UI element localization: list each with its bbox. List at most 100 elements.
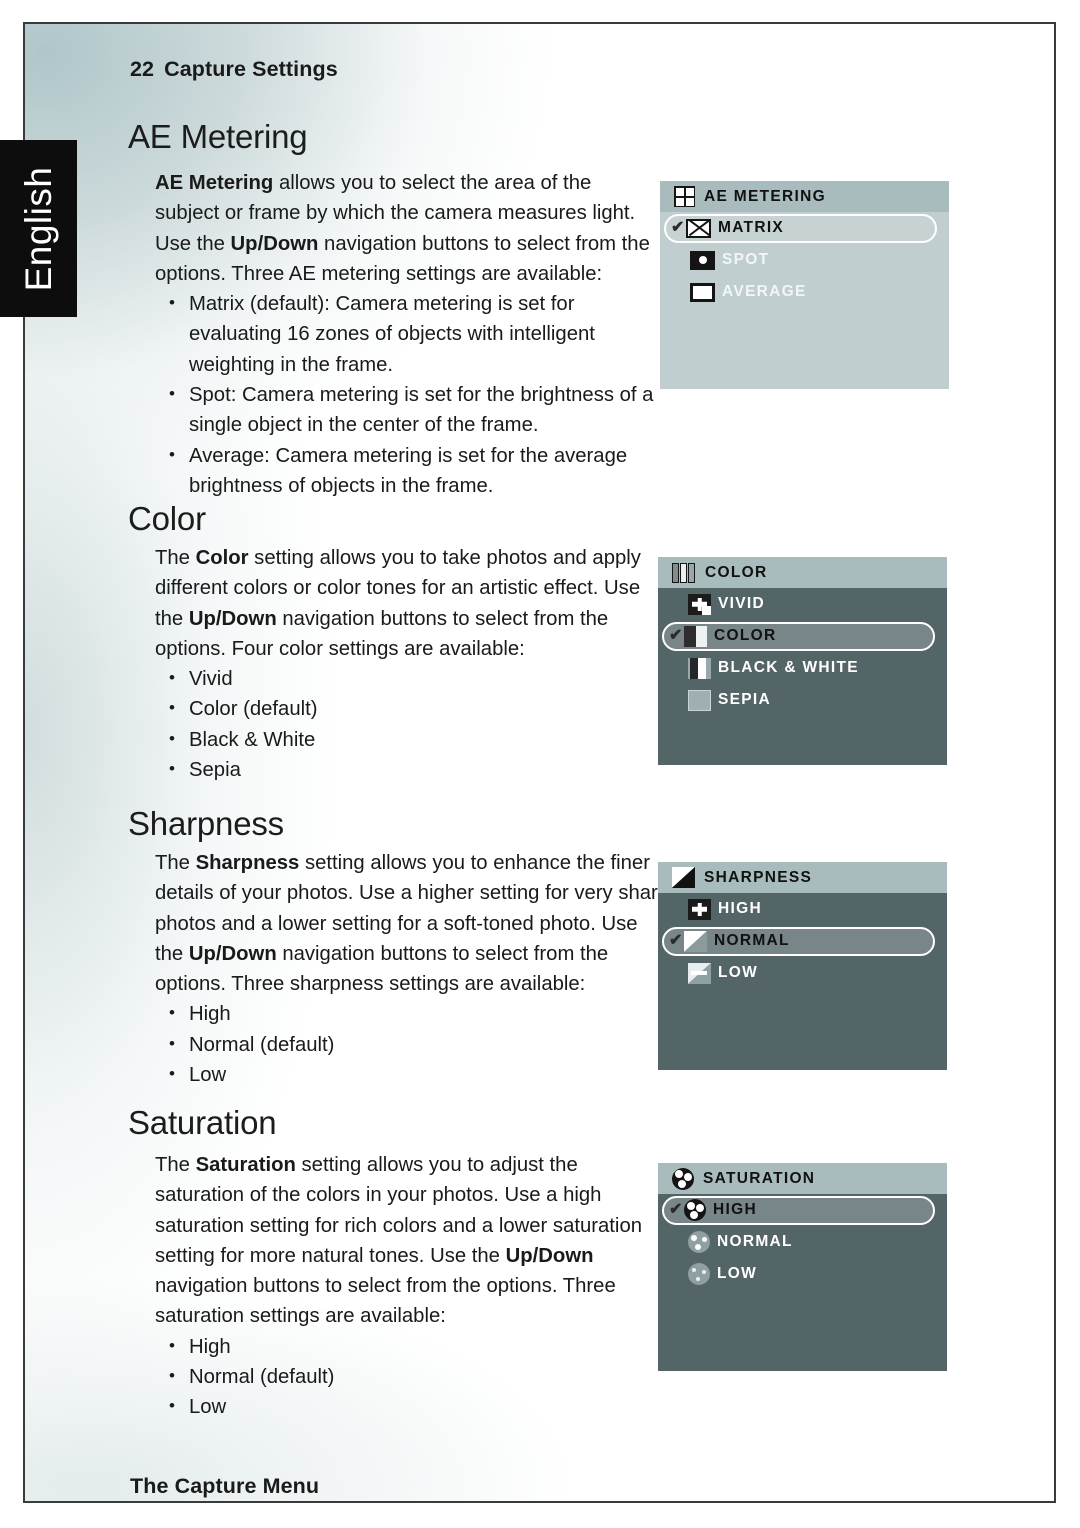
checkmark-icon: ✔ (671, 219, 685, 236)
heading-color: Color (128, 500, 206, 537)
osd-option-color[interactable]: ✔ COLOR (658, 620, 947, 652)
bullet-item: Average: Camera metering is set for the … (155, 440, 660, 502)
osd-option-black-white[interactable]: BLACK & WHITE (658, 652, 947, 684)
osd-option-normal[interactable]: NORMAL (658, 1226, 947, 1258)
osd-option-normal[interactable]: ✔ NORMAL (658, 925, 947, 957)
osd-menu-sharpness: SHARPNESS HIGH ✔ NORMAL LOW (658, 862, 947, 1070)
osd-header-title: SHARPNESS (704, 868, 813, 886)
osd-header-title: SATURATION (703, 1169, 816, 1187)
osd-option-list: ✔ HIGH NORMAL LOW (658, 1194, 947, 1371)
checkmark-icon: ✔ (669, 1201, 683, 1218)
bullet-list: HighNormal (default)Low (155, 1331, 660, 1423)
emphasis: Color (195, 547, 249, 569)
osd-option-matrix[interactable]: ✔ MATRIX (660, 212, 949, 244)
manual-page: 22 Capture Settings English AE Metering C… (0, 0, 1080, 1528)
emphasis: AE Metering (155, 172, 274, 194)
osd-header: AE METERING (660, 181, 949, 212)
osd-menu-ae-metering: AE METERING ✔ MATRIX SPOT AVERAGE (660, 181, 949, 389)
osd-option-label: SPOT (722, 251, 770, 268)
osd-option-low[interactable]: LOW (658, 957, 947, 989)
heading-saturation: Saturation (128, 1104, 277, 1141)
running-head: 22 Capture Settings (130, 57, 338, 82)
heading-sharpness: Sharpness (128, 805, 284, 842)
osd-option-label: LOW (718, 964, 759, 981)
bullet-list: VividColor (default)Black & WhiteSepia (155, 663, 660, 785)
osd-header-title: COLOR (705, 563, 768, 581)
osd-header: SHARPNESS (658, 862, 947, 893)
osd-option-list: ✔ MATRIX SPOT AVERAGE (660, 212, 949, 389)
bullet-item: Normal (default) (155, 1029, 670, 1060)
emphasis: Up/Down (230, 232, 319, 255)
osd-option-high[interactable]: HIGH (658, 893, 947, 925)
osd-header: COLOR (658, 557, 947, 588)
osd-menu-saturation: SATURATION ✔ HIGH NORMAL LOW (658, 1163, 947, 1371)
running-head-title: Capture Settings (164, 57, 338, 81)
bullet-list: HighNormal (default)Low (155, 998, 670, 1090)
body-sharpness: The Sharpness setting allows you to enha… (155, 848, 670, 1090)
saturation-low-icon (688, 1263, 710, 1285)
osd-option-label: COLOR (714, 627, 777, 644)
bullet-item: Vivid (155, 663, 660, 694)
sharpness-diagonal-icon (672, 867, 695, 888)
body-saturation: The Saturation setting allows you to adj… (155, 1150, 660, 1423)
grid-2x2-icon (674, 186, 695, 207)
paragraph: The Sharpness setting allows you to enha… (155, 852, 670, 996)
sharpness-low-icon (688, 962, 711, 984)
bullet-item: Low (155, 1391, 660, 1422)
osd-option-label: LOW (717, 1265, 758, 1282)
bullet-item: Spot: Camera metering is set for the bri… (155, 379, 660, 441)
paragraph: AE Metering allows you to select the are… (155, 172, 650, 285)
color-cards-icon (672, 562, 696, 583)
bullet-item: Normal (default) (155, 1361, 660, 1392)
emphasis: Up/Down (505, 1244, 594, 1267)
osd-option-average[interactable]: AVERAGE (660, 276, 949, 308)
spot-icon (690, 250, 715, 270)
saturation-high-icon (684, 1199, 706, 1221)
bullet-item: Matrix (default): Camera metering is set… (155, 288, 660, 380)
osd-option-label: SEPIA (718, 691, 772, 708)
sharpness-normal-icon (684, 930, 707, 952)
osd-header: SATURATION (658, 1163, 947, 1194)
page-number: 22 (130, 57, 155, 81)
matrix-icon (686, 218, 711, 238)
osd-option-high[interactable]: ✔ HIGH (658, 1194, 947, 1226)
osd-option-list: HIGH ✔ NORMAL LOW (658, 893, 947, 1070)
body-color: The Color setting allows you to take pho… (155, 543, 660, 785)
bullet-item: Color (default) (155, 693, 660, 724)
osd-option-label: MATRIX (718, 219, 785, 236)
emphasis: Up/Down (188, 942, 277, 965)
sepia-icon (688, 689, 711, 711)
osd-option-label: HIGH (713, 1201, 757, 1218)
bullet-item: High (155, 998, 670, 1029)
color-half-icon (684, 625, 707, 647)
osd-option-sepia[interactable]: SEPIA (658, 684, 947, 716)
osd-option-label: AVERAGE (722, 283, 807, 300)
black-white-icon (688, 657, 711, 679)
bullet-list: Matrix (default): Camera metering is set… (155, 288, 660, 502)
bullet-item: High (155, 1331, 660, 1362)
osd-option-spot[interactable]: SPOT (660, 244, 949, 276)
saturation-normal-icon (688, 1231, 710, 1253)
paragraph: The Saturation setting allows you to adj… (155, 1154, 642, 1328)
osd-option-label: VIVID (718, 595, 765, 612)
bullet-item: Black & White (155, 724, 660, 755)
footer-caption: The Capture Menu (130, 1474, 320, 1498)
checkmark-icon: ✔ (669, 932, 683, 949)
osd-option-vivid[interactable]: VIVID (658, 588, 947, 620)
emphasis: Up/Down (188, 607, 277, 630)
body-ae-metering: AE Metering allows you to select the are… (155, 168, 660, 501)
bullet-item: Low (155, 1059, 670, 1090)
osd-option-low[interactable]: LOW (658, 1258, 947, 1290)
osd-option-label: NORMAL (717, 1233, 793, 1250)
language-tab-label: English (17, 166, 59, 291)
checkmark-icon: ✔ (669, 627, 683, 644)
sharpness-high-icon (688, 898, 711, 920)
average-icon (690, 282, 715, 302)
osd-option-list: VIVID ✔ COLOR BLACK & WHITE SEPIA (658, 588, 947, 765)
osd-menu-color: COLOR VIVID ✔ COLOR BLACK & WHITE SEPIA (658, 557, 947, 765)
bullet-item: Sepia (155, 754, 660, 785)
osd-option-label: HIGH (718, 900, 762, 917)
language-tab: English (0, 140, 77, 317)
vivid-plus-icon (688, 593, 711, 615)
heading-ae-metering: AE Metering (128, 118, 308, 155)
